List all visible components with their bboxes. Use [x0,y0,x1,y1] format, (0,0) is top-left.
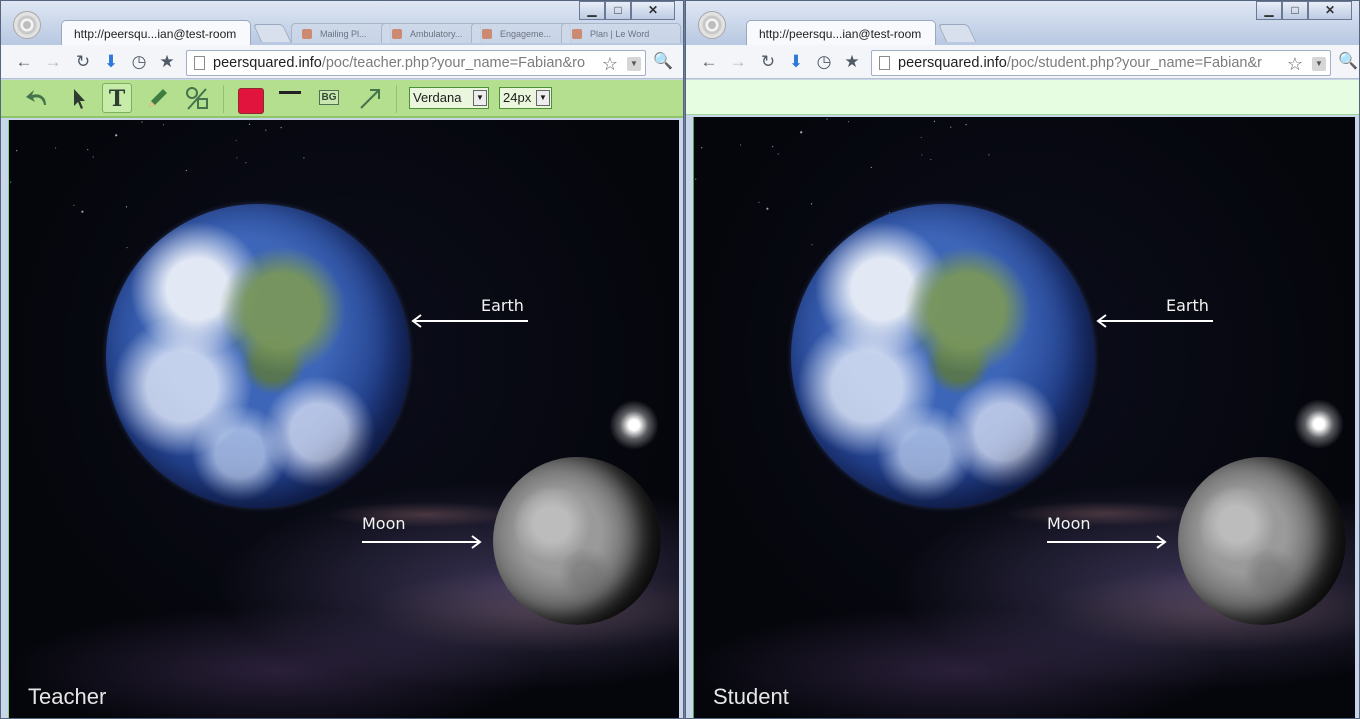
forward-arrow-icon[interactable]: → [727,51,749,73]
address-bar[interactable]: peersquared.info/poc/teacher.php?your_na… [186,50,646,76]
new-tab-button[interactable] [252,24,292,42]
tab-title: http://peersqu...ian@test-room [74,27,237,41]
background-tab[interactable]: Mailing Pl... [291,23,391,43]
bookmark-page-star-icon[interactable]: ☆ [599,54,621,74]
font-family-select[interactable]: Verdana ▼ [409,87,489,109]
window-controls: ▁ □ ✕ [1256,1,1352,21]
url-path: /poc/teacher.php?your_name=Fabian&ro [321,55,586,71]
page-icon [879,56,890,70]
tab-favicon-icon [572,29,582,39]
toolbar-separator [396,85,397,113]
download-icon[interactable]: ⬇ [100,51,122,73]
chrome-logo-icon [13,11,41,39]
tab-favicon-icon [302,29,312,39]
role-label: Student [713,684,789,709]
maximize-button[interactable]: □ [1282,1,1308,20]
earth-arrow [1096,314,1213,328]
active-tab[interactable]: http://peersqu...ian@test-room [61,20,251,46]
close-button[interactable]: ✕ [1308,1,1352,20]
url-host: peersquared.info [898,55,1007,71]
font-family-value: Verdana [413,90,462,105]
background-tab[interactable]: Ambulatory... [381,23,481,43]
back-arrow-icon[interactable]: ← [13,51,35,73]
background-tab[interactable]: Plan | Le Word [561,23,681,43]
undo-icon[interactable] [23,83,53,113]
tab-favicon-icon [392,29,402,39]
navigation-bar: ← → ↻ ⬇ ◷ ★ peersquared.info/poc/teacher… [1,45,683,79]
tab-favicon-icon [482,29,492,39]
select-arrow-icon[interactable] [63,83,93,113]
history-clock-icon[interactable]: ◷ [813,51,835,73]
back-arrow-icon[interactable]: ← [698,51,720,73]
text-tool-icon[interactable]: T [102,83,132,113]
font-size-value: 24px [503,90,532,105]
maximize-button[interactable]: □ [605,1,631,20]
earth-label: Earth [481,296,524,315]
earth-arrow [411,314,528,328]
bookmark-page-star-icon[interactable]: ☆ [1284,54,1306,74]
moon-arrow [362,535,482,549]
search-icon[interactable]: 🔍 [653,51,673,71]
omnibox-dropdown-icon[interactable]: ▼ [627,57,641,71]
bookmark-star-icon[interactable]: ★ [156,51,178,73]
url-host: peersquared.info [213,55,322,71]
font-size-select[interactable]: 24px ▼ [499,87,552,109]
chevron-down-icon: ▼ [536,90,550,106]
color-swatch[interactable] [238,88,264,114]
active-tab[interactable]: http://peersqu...ian@test-room [746,20,936,46]
background-tool-icon[interactable]: BG [319,90,339,105]
reload-icon[interactable]: ↻ [72,51,94,73]
close-button[interactable]: ✕ [631,1,675,20]
title-bar: http://peersqu...ian@test-room ▁ □ ✕ [686,1,1359,46]
window-controls: ▁ □ ✕ [579,1,675,21]
new-tab-button[interactable] [937,24,977,42]
teacher-browser-window: http://peersqu...ian@test-room Mailing P… [0,0,684,719]
title-bar: http://peersqu...ian@test-room Mailing P… [1,1,683,46]
navigation-bar: ← → ↻ ⬇ ◷ ★ peersquared.info/poc/student… [686,45,1359,79]
address-bar[interactable]: peersquared.info/poc/student.php?your_na… [871,50,1331,76]
annotation-layer [1047,314,1213,549]
forward-arrow-icon[interactable]: → [42,51,64,73]
student-status-bar [686,80,1359,115]
whiteboard-canvas: Earth Moon Student [693,117,1355,718]
bookmark-star-icon[interactable]: ★ [841,51,863,73]
minimize-button[interactable]: ▁ [579,1,605,20]
download-icon[interactable]: ⬇ [785,51,807,73]
toolbar-separator [223,85,224,113]
arrow-tool-icon[interactable] [355,83,385,113]
moon-label: Moon [362,514,406,533]
student-browser-window: http://peersqu...ian@test-room ▁ □ ✕ ← →… [685,0,1360,719]
chevron-down-icon: ▼ [473,90,487,106]
earth-label: Earth [1166,296,1209,315]
line-width-icon[interactable] [279,91,301,94]
moon-label: Moon [1047,514,1091,533]
reload-icon[interactable]: ↻ [757,51,779,73]
tab-title: http://peersqu...ian@test-room [759,27,922,41]
chrome-logo-icon [698,11,726,39]
history-clock-icon[interactable]: ◷ [128,51,150,73]
omnibox-dropdown-icon[interactable]: ▼ [1312,57,1326,71]
role-label: Teacher [28,684,107,709]
whiteboard-canvas[interactable]: Earth Moon Teacher [8,120,679,718]
search-icon[interactable]: 🔍 [1338,51,1358,71]
minimize-button[interactable]: ▁ [1256,1,1282,20]
url-path: /poc/student.php?your_name=Fabian&r [1006,55,1262,71]
annotation-layer [362,314,528,549]
page-icon [194,56,205,70]
background-tab[interactable]: Engageme... [471,23,571,43]
shapes-icon[interactable] [182,83,212,113]
moon-arrow [1047,535,1167,549]
drawing-toolbar: T BG Verdana ▼ 24px ▼ [1,80,683,118]
pencil-icon[interactable] [142,83,172,113]
